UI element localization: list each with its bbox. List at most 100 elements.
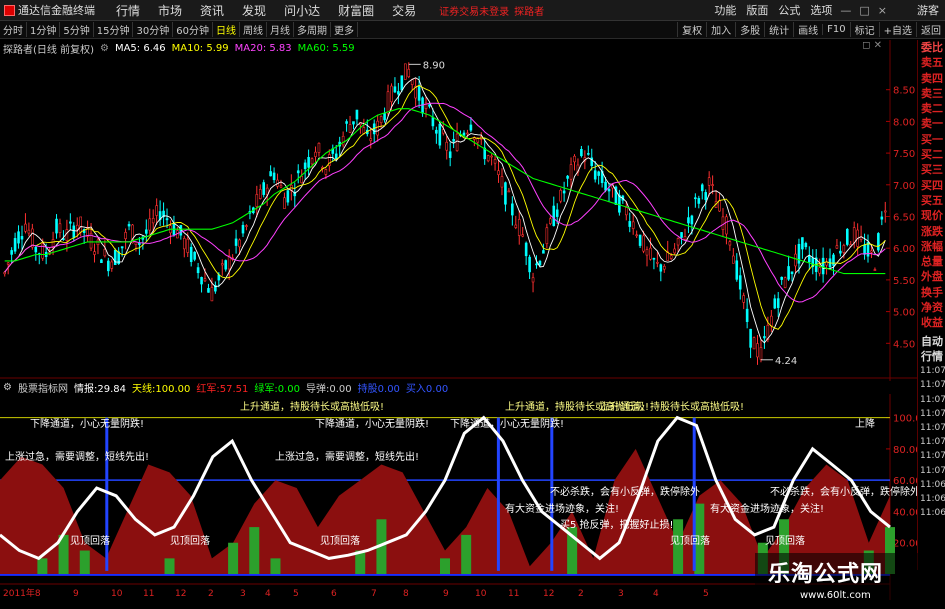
x-tick-label: 3 [240, 589, 246, 599]
candle-body [445, 141, 449, 151]
candle-body [573, 155, 576, 163]
sidebar-quote-item[interactable]: 涨幅 [918, 239, 945, 254]
menu-market[interactable]: 市场 [158, 2, 182, 19]
stock-name[interactable]: 探路者(日线 前复权) [3, 41, 94, 56]
candle-body [34, 246, 38, 253]
y-tick-label: 4.50 [893, 339, 915, 350]
candle-body [593, 170, 597, 180]
mark-button[interactable]: 标记 [849, 22, 879, 37]
sidebar-quote-item[interactable]: 卖五 [918, 55, 945, 70]
candle-body [110, 261, 114, 269]
draw-line-button[interactable]: 画线 [793, 22, 822, 37]
candle-body [711, 184, 714, 186]
adjust-button[interactable]: 复权 [677, 22, 706, 37]
ma60-line [4, 108, 886, 275]
candle-body [697, 198, 701, 204]
indicator-annotation: 下降通道，小心无量阴跌! [315, 417, 429, 430]
minimize-icon[interactable]: — [840, 4, 851, 17]
candle-body [604, 181, 607, 191]
period-tab[interactable]: 分时 [0, 22, 27, 37]
sidebar-quote-item[interactable]: 现价 [918, 208, 945, 223]
period-tab-daily[interactable]: 日线 [213, 22, 240, 37]
menu-formula[interactable]: 公式 [778, 2, 800, 18]
chart-area[interactable]: 4.50 5.00 5.50 6.00 6.50 7.00 7.50 8.00 8.50 8.90… [0, 40, 917, 600]
sidebar-quote-item[interactable]: 净资 [918, 300, 945, 315]
f10-button[interactable]: F10 [822, 24, 849, 35]
menu-trade[interactable]: 交易 [392, 2, 416, 19]
candle-body [490, 155, 493, 158]
candle-body [79, 216, 82, 233]
current-user[interactable]: 探路者 [514, 3, 544, 18]
statistics-button[interactable]: 统计 [764, 22, 793, 37]
sidebar-quote-item[interactable]: 涨跌 [918, 224, 945, 239]
sidebar-quote-item[interactable]: 卖三 [918, 86, 945, 101]
sidebar-quote-item[interactable]: 收益 [918, 315, 945, 330]
sidebar-quote-item[interactable]: 买五 [918, 193, 945, 208]
maximize-icon[interactable]: □ [859, 4, 869, 17]
add-watchlist-button[interactable]: +自选 [878, 22, 916, 37]
menu-news[interactable]: 资讯 [200, 2, 224, 19]
green-army-bar [461, 534, 472, 574]
period-tab[interactable]: 1分钟 [27, 22, 61, 37]
period-tab[interactable]: 15分钟 [94, 22, 134, 37]
candle-body [808, 256, 811, 263]
add-button[interactable]: 加入 [706, 22, 735, 37]
sidebar-quote-item[interactable]: 换手 [918, 285, 945, 300]
candle-body [825, 261, 828, 266]
period-tab[interactable]: 30分钟 [133, 22, 174, 37]
menu-discover[interactable]: 发现 [242, 2, 266, 19]
gear-icon[interactable]: ⚙ [100, 43, 109, 54]
tab-quotes[interactable]: 行情 [918, 349, 945, 364]
candle-body [24, 223, 27, 232]
candle-body [376, 120, 379, 136]
sidebar-quote-item[interactable]: 总量 [918, 254, 945, 269]
multi-stock-button[interactable]: 多股 [735, 22, 764, 37]
period-tab[interactable]: 5分钟 [60, 22, 94, 37]
sidebar-quote-item[interactable]: 卖四 [918, 71, 945, 86]
candle-body [638, 234, 642, 246]
login-status[interactable]: 证券交易未登录 [439, 3, 509, 18]
sidebar-quote-item[interactable]: 外盘 [918, 269, 945, 284]
panel-window-icons[interactable]: ◻ ✕ [862, 40, 882, 51]
menu-function[interactable]: 功能 [714, 2, 736, 18]
back-button[interactable]: 返回 [916, 22, 945, 37]
high-marker-label: 8.90 [423, 60, 445, 71]
indicator-name[interactable]: 股票指标网 [18, 380, 68, 395]
period-tab-more[interactable]: 更多 [331, 22, 358, 37]
tick-time: 11:07 [920, 451, 945, 462]
menu-layout[interactable]: 版面 [746, 2, 768, 18]
candle-body [863, 244, 866, 255]
low-marker-label: 4.24 [775, 356, 797, 367]
period-tab[interactable]: 多周期 [294, 22, 331, 37]
menu-wealth-circle[interactable]: 财富圈 [338, 2, 374, 19]
indicator-annotation: 见顶回落 [170, 535, 210, 547]
sidebar-quote-item[interactable]: 买四 [918, 178, 945, 193]
sidebar-quote-item[interactable]: 委比 [918, 40, 945, 55]
sidebar-quote-item[interactable]: 卖一 [918, 116, 945, 131]
period-tab[interactable]: 60分钟 [173, 22, 213, 37]
menu-options[interactable]: 选项 [810, 2, 832, 18]
period-tab[interactable]: 周线 [240, 22, 267, 37]
candle-body [618, 194, 621, 213]
candle-body [138, 242, 141, 245]
gear-icon[interactable]: ⚙ [3, 382, 12, 393]
x-tick-label: 11 [508, 589, 519, 599]
close-icon[interactable]: × [878, 4, 887, 17]
sidebar-quote-item[interactable]: 买三 [918, 162, 945, 177]
indicator-annotation: 上涨过急，需要调整，短线先出! [275, 450, 419, 463]
candle-body [725, 216, 728, 235]
candle-body [656, 261, 659, 264]
sidebar-quote-item[interactable]: 卖二 [918, 101, 945, 116]
sidebar-quote-item[interactable]: 买一 [918, 132, 945, 147]
ma20-value: MA20: 5.83 [234, 42, 292, 54]
candle-body [732, 255, 735, 264]
period-tab[interactable]: 月线 [267, 22, 294, 37]
indicator-annotation: 上升通道，持股待长或高抛低吸! [600, 400, 744, 413]
guest-label[interactable]: 游客 [917, 2, 939, 18]
sidebar-quote-item[interactable]: 买二 [918, 147, 945, 162]
menu-ask[interactable]: 问小达 [284, 2, 320, 19]
menu-quotes[interactable]: 行情 [116, 2, 140, 19]
candle-body [203, 278, 207, 282]
candle-body [279, 185, 283, 188]
tab-auto[interactable]: 自动 [918, 334, 945, 349]
